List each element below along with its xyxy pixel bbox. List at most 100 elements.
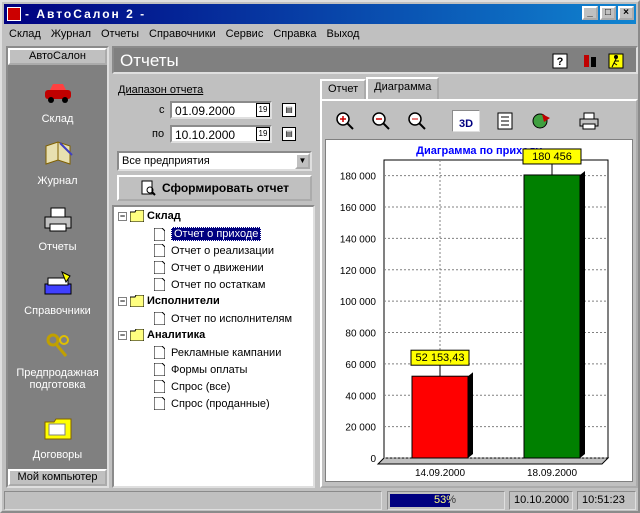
y-tick-label: 140 000 <box>340 234 377 245</box>
sidebar: АвтоСалон Склад Журнал Отчеты Справочник… <box>6 46 109 488</box>
menu-otchety[interactable]: Отчеты <box>96 26 144 44</box>
minimize-button[interactable]: _ <box>582 6 598 20</box>
generate-report-button[interactable]: Сформировать отчет <box>117 175 312 201</box>
document-icon <box>154 380 165 393</box>
page-title: Отчеты <box>120 51 179 70</box>
company-select-value: Все предприятия <box>122 155 210 167</box>
collapse-icon[interactable]: − <box>118 296 127 306</box>
menu-sklad[interactable]: Склад <box>4 26 46 44</box>
chart-panel: 3D Диаграмма по приходу 0 20 000 40 000 60 0… <box>320 99 638 488</box>
y-tick-label: 60 000 <box>345 360 376 371</box>
sidebar-header[interactable]: АвтоСалон <box>8 48 107 65</box>
app-icon <box>7 7 21 21</box>
date-from-label: с <box>159 104 165 116</box>
tree-item-label: Отчет о приходе <box>171 227 262 241</box>
zoom-out-icon[interactable] <box>370 110 392 132</box>
tree-group-label: Исполнители <box>147 295 220 307</box>
3d-toggle-icon[interactable]: 3D <box>452 110 480 132</box>
tools-icon[interactable] <box>582 53 598 69</box>
tree-item-label: Спрос (проданные) <box>171 397 270 410</box>
sidebar-footer[interactable]: Мой компьютер <box>8 469 107 486</box>
tree-item-realizacii[interactable]: Отчет о реализации <box>154 244 274 257</box>
chevron-down-icon[interactable]: ▼ <box>295 153 310 169</box>
tree-item-reklamnye[interactable]: Рекламные кампании <box>154 346 281 359</box>
sidebar-item-zhurnal[interactable]: Журнал <box>8 140 107 187</box>
y-tick-label: 40 000 <box>345 391 376 402</box>
menu-spravka[interactable]: Справка <box>268 26 321 44</box>
zoom-reset-icon[interactable] <box>406 110 428 132</box>
status-date: 10.10.2000 <box>509 491 573 510</box>
car-icon <box>44 84 71 103</box>
menu-zhurnal[interactable]: Журнал <box>46 26 96 44</box>
tab-otchet[interactable]: Отчет <box>320 79 367 99</box>
data-table-icon[interactable] <box>494 110 516 132</box>
zoom-in-icon[interactable] <box>334 110 356 132</box>
tree-item-spros-prodannye[interactable]: Спрос (проданные) <box>154 397 270 410</box>
bar-chart: Диаграмма по приходу020 00040 00060 0008… <box>340 145 610 479</box>
tree-item-label: Рекламные кампании <box>171 346 282 359</box>
tree-item-prihod[interactable]: Отчет о приходе <box>154 227 262 241</box>
tree-item-spros-vse[interactable]: Спрос (все) <box>154 380 230 393</box>
folder-icon <box>130 295 144 307</box>
print-icon[interactable] <box>578 110 600 132</box>
y-tick-label: 100 000 <box>340 297 377 308</box>
help-icon[interactable]: ? <box>552 53 568 69</box>
maximize-button[interactable]: □ <box>600 6 616 20</box>
tree-item-ispolnitelyam[interactable]: Отчет по исполнителям <box>154 312 292 325</box>
document-icon <box>154 278 165 291</box>
document-icon <box>154 244 165 257</box>
sidebar-item-label: Склад <box>41 113 74 125</box>
y-tick-label: 180 000 <box>340 172 377 183</box>
generate-report-label: Сформировать отчет <box>161 181 289 195</box>
tree-group-analitika[interactable]: − Аналитика <box>118 329 205 341</box>
journal-icon <box>45 141 73 165</box>
date-from-calendar-icon[interactable]: 19 <box>256 103 270 117</box>
progress-text: 53% <box>433 494 457 506</box>
x-tick-label: 14.09.2000 <box>415 468 465 479</box>
menu-servis[interactable]: Сервис <box>221 26 269 44</box>
date-to-calendar-icon[interactable]: 19 <box>256 127 270 141</box>
sidebar-item-dogovory[interactable]: Договоры <box>8 414 107 461</box>
tree-item-label: Отчет о движении <box>171 261 264 274</box>
sidebar-item-label: Журнал <box>37 175 78 187</box>
sidebar-item-sklad[interactable]: Склад <box>8 78 107 125</box>
date-to-label: по <box>152 128 165 140</box>
tab-diagramma[interactable]: Диаграмма <box>366 77 440 99</box>
report-range-label: Диапазон отчета <box>118 84 204 96</box>
x-tick-label: 18.09.2000 <box>527 468 577 479</box>
sidebar-item-spravochniki[interactable]: Справочники <box>8 270 107 317</box>
export-icon[interactable] <box>530 110 552 132</box>
bar-side <box>580 170 585 459</box>
menu-vyhod[interactable]: Выход <box>321 26 364 44</box>
tree-item-ostatkam[interactable]: Отчет по остаткам <box>154 278 265 291</box>
report-magnifier-icon <box>141 180 156 196</box>
sidebar-item-otchety[interactable]: Отчеты <box>8 206 107 253</box>
bar-side <box>468 372 473 458</box>
tree-item-dvizhenii[interactable]: Отчет о движении <box>154 261 264 274</box>
tree-group-label: Склад <box>147 210 181 222</box>
date-to-clear-icon[interactable]: ▤ <box>282 127 296 141</box>
status-time: 10:51:23 <box>577 491 636 510</box>
document-icon <box>154 346 165 359</box>
date-from-clear-icon[interactable]: ▤ <box>282 103 296 117</box>
document-icon <box>154 227 165 241</box>
company-select[interactable]: Все предприятия ▼ <box>117 151 312 171</box>
menu-bar: Склад Журнал Отчеты Справочники Сервис С… <box>4 26 636 44</box>
collapse-icon[interactable]: − <box>118 330 127 340</box>
view-tabs: Отчет Диаграмма <box>320 77 440 99</box>
y-tick-label: 80 000 <box>345 329 376 340</box>
close-button[interactable]: × <box>618 6 634 20</box>
report-settings-panel: Диапазон отчета с 01.09.2000 19 ▤ по 10.… <box>112 78 315 488</box>
tree-group-ispolniteli[interactable]: − Исполнители <box>118 295 220 307</box>
menu-spravochniki[interactable]: Справочники <box>144 26 221 44</box>
tree-group-sklad[interactable]: − Склад <box>118 210 181 222</box>
bar <box>411 375 469 459</box>
collapse-icon[interactable]: − <box>118 211 127 221</box>
tree-item-formy-oplaty[interactable]: Формы оплаты <box>154 363 247 376</box>
page-header: Отчеты ? <box>112 46 638 74</box>
sidebar-item-predprodazhnaya[interactable]: Предпродажная подготовка <box>8 332 107 391</box>
folder-icon <box>130 329 144 341</box>
data-label: 52 153,43 <box>416 352 465 364</box>
main-window: - АвтоСалон 2 - _ □ × Склад Журнал Отчет… <box>0 0 640 513</box>
exit-icon[interactable] <box>608 53 624 69</box>
